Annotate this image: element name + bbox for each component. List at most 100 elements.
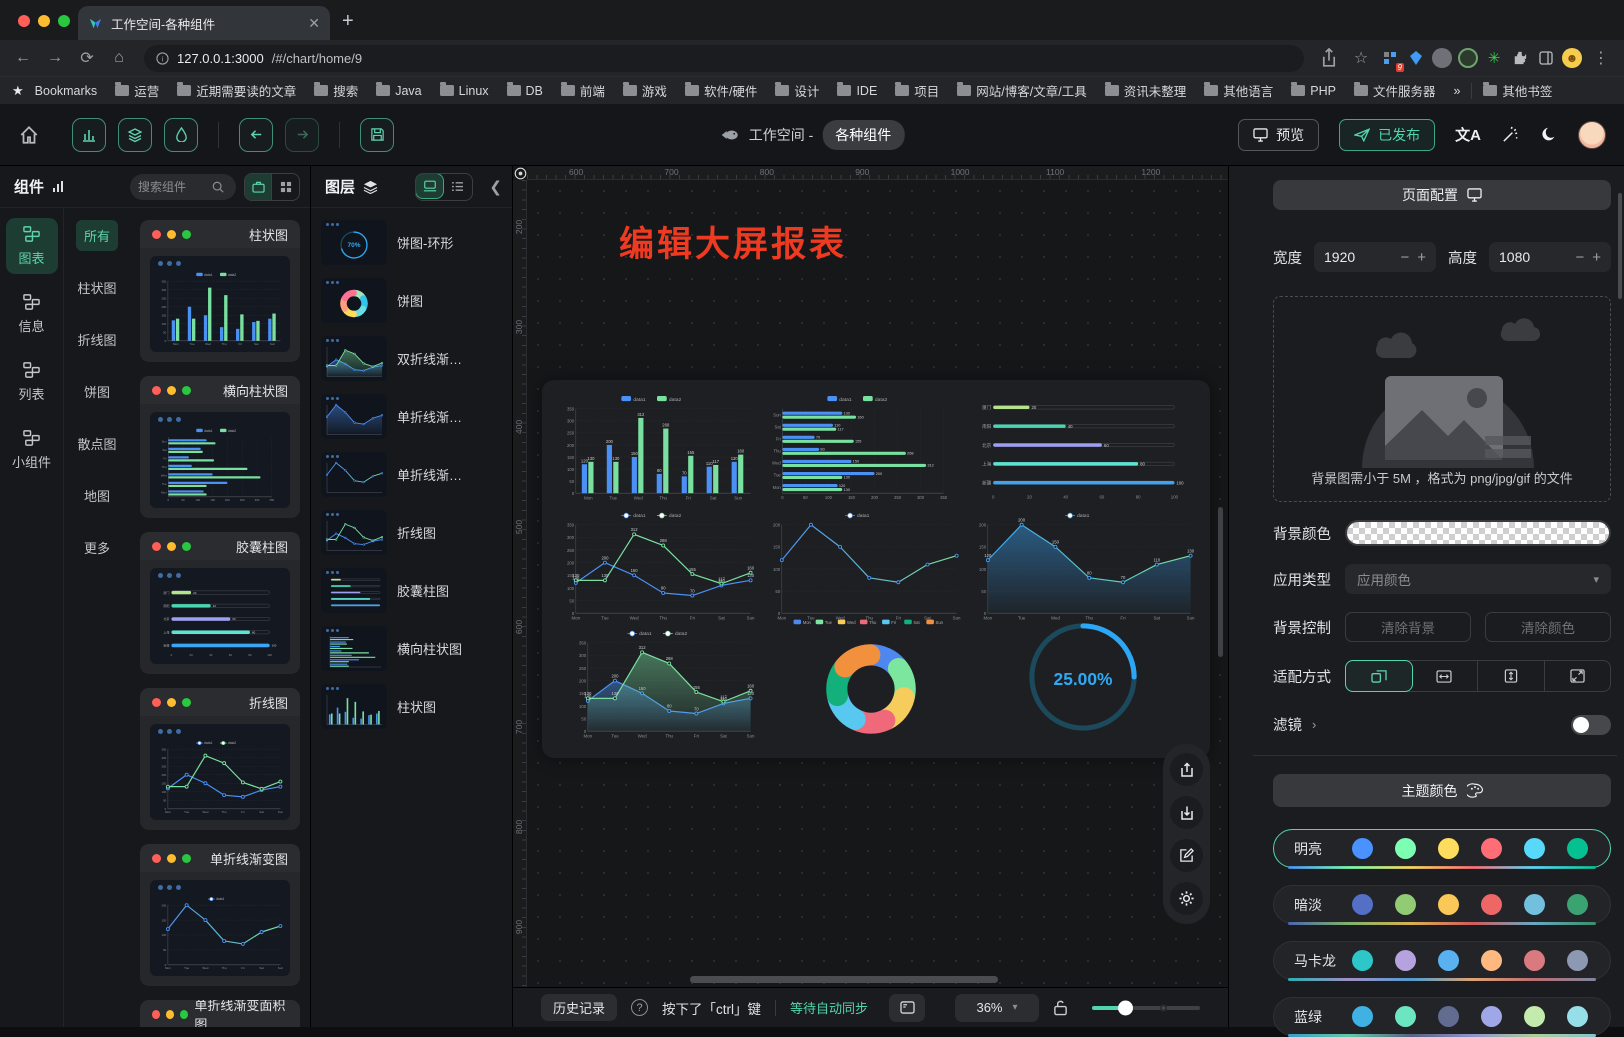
bookmark-folder[interactable]: 近期需要读的文章: [170, 79, 303, 102]
bookmark-folder[interactable]: 游戏: [616, 79, 674, 102]
category-item[interactable]: 散点图: [69, 428, 124, 459]
chart-line[interactable]: 050100150200250300350MonTueWedThuFriSatS…: [558, 508, 756, 624]
history-button[interactable]: 历史记录: [541, 994, 617, 1021]
increment-icon[interactable]: +: [1592, 249, 1601, 266]
bookmark-folder[interactable]: 资讯未整理: [1098, 79, 1194, 102]
theme-row[interactable]: 蓝绿: [1273, 997, 1611, 1036]
extension-green-circle-icon[interactable]: [1458, 48, 1478, 68]
panel-scrollbar[interactable]: [1618, 193, 1622, 299]
bookmark-folder[interactable]: 文件服务器: [1347, 79, 1443, 102]
tab-close-icon[interactable]: ✕: [308, 15, 320, 32]
component-card[interactable]: 单折线渐变图 050100150200MonTueWedThuFriSatSun…: [140, 844, 300, 986]
zoom-select[interactable]: 36%▾: [955, 994, 1039, 1022]
chart-capsule[interactable]: 厦门20南阳40北京60上海80新疆100020406080100: [970, 392, 1196, 504]
chart-gradient-line[interactable]: 050100150200MonTueWedThuFriSatSundata1: [764, 508, 962, 624]
component-card[interactable]: 单折线渐变面积图 050100150200MonTueWedThuFriSatS…: [140, 1000, 300, 1027]
publish-button[interactable]: 已发布: [1339, 119, 1435, 151]
chart-double-area[interactable]: 050100150200250300350MonTueWedThuFriSatS…: [570, 626, 756, 742]
component-card[interactable]: 折线图 050100150200250300350MonTueWedThuFri…: [140, 688, 300, 830]
grid-view-button[interactable]: [272, 174, 299, 200]
workspace-name-pill[interactable]: 各种组件: [822, 120, 904, 150]
preview-button[interactable]: 预览: [1238, 119, 1319, 151]
export-icon[interactable]: [1170, 753, 1203, 786]
profile-avatar-icon[interactable]: ☻: [1562, 48, 1582, 68]
layer-item[interactable]: 柱状图: [321, 684, 502, 729]
undo-button[interactable]: [239, 118, 273, 152]
menu-kebab-icon[interactable]: ⋮: [1588, 45, 1614, 71]
sidebar-rail-item[interactable]: 信息: [6, 286, 58, 342]
chart-horizontal-bar[interactable]: 050100150200250300350Sun130160Sat110117F…: [764, 392, 962, 504]
bookmark-folder[interactable]: PHP: [1284, 79, 1343, 102]
chart-progress-ring[interactable]: 25.00%: [984, 606, 1182, 748]
zoom-slider[interactable]: [1092, 1006, 1200, 1010]
bookmark-folder[interactable]: 软件/硬件: [678, 79, 764, 102]
fit-width-button[interactable]: [1412, 661, 1479, 691]
sidebar-rail-item[interactable]: 列表: [6, 354, 58, 410]
layer-item[interactable]: 70% 饼图-环形: [321, 220, 502, 265]
chart-donut[interactable]: MonTueWedThuFriSatSun: [782, 618, 960, 746]
layer-item[interactable]: 饼图: [321, 278, 502, 323]
editor-canvas[interactable]: 6007008009001000110012001300 20030040050…: [513, 166, 1228, 1027]
category-item[interactable]: 折线图: [69, 324, 124, 355]
canvas-grid[interactable]: 编辑大屏报表 050100150200250300350MonTueWedThu…: [527, 180, 1228, 987]
background-upload-area[interactable]: 背景图需小于 5M ，格式为 png/jpg/gif 的文件: [1273, 296, 1611, 502]
bookmark-folder[interactable]: 前端: [554, 79, 612, 102]
bookmarks-overflow-chevron[interactable]: »: [1446, 82, 1467, 100]
save-button[interactable]: [360, 118, 394, 152]
clear-color-button[interactable]: 清除颜色: [1485, 612, 1611, 642]
category-item[interactable]: 饼图: [76, 376, 118, 407]
layer-item[interactable]: 折线图: [321, 510, 502, 555]
layers-thumbnail-view-button[interactable]: [415, 173, 444, 199]
fit-height-button[interactable]: [1478, 661, 1545, 691]
new-tab-button[interactable]: +: [342, 10, 354, 33]
app-type-select[interactable]: 应用颜色▾: [1345, 564, 1611, 594]
language-translate-icon[interactable]: 文A: [1455, 124, 1481, 145]
dashboard-title-text[interactable]: 编辑大屏报表: [619, 216, 847, 267]
extensions-puzzle-icon[interactable]: [1510, 48, 1530, 68]
bookmark-folder[interactable]: 搜索: [307, 79, 365, 102]
bookmark-folder[interactable]: Java: [369, 79, 428, 102]
chart-bar[interactable]: 050100150200250300350MonTueWedThuFriSatS…: [558, 392, 756, 504]
settings-gear-icon[interactable]: [1170, 882, 1203, 915]
layer-item[interactable]: 单折线渐…: [321, 394, 502, 439]
decrement-icon[interactable]: −: [1400, 249, 1409, 266]
home-icon[interactable]: [18, 124, 40, 146]
extension-blue-icon[interactable]: [1406, 48, 1426, 68]
bookmarks-label[interactable]: Bookmarks: [28, 82, 105, 100]
extension-green-star-icon[interactable]: ✳: [1484, 48, 1504, 68]
component-card[interactable]: 柱状图 050100150200250300350MonTueWedThuFri…: [140, 220, 300, 362]
chart-panel-button[interactable]: [72, 118, 106, 152]
increment-icon[interactable]: +: [1417, 249, 1426, 266]
category-item[interactable]: 地图: [76, 480, 118, 511]
layer-item[interactable]: 双折线渐…: [321, 336, 502, 381]
theme-row[interactable]: 马卡龙: [1273, 941, 1611, 980]
other-bookmarks[interactable]: 其他书签: [1476, 79, 1559, 102]
url-bar[interactable]: i 127.0.0.1:3000/#/chart/home/9: [144, 45, 1304, 72]
sidebar-rail-item[interactable]: 小组件: [6, 422, 58, 478]
fit-scale-button[interactable]: [1345, 660, 1413, 692]
component-card[interactable]: 横向柱状图 050100150200250300350SunSatFriThuW…: [140, 376, 300, 518]
layer-item[interactable]: 胶囊柱图: [321, 568, 502, 613]
chevron-right-icon[interactable]: ›: [1312, 717, 1316, 732]
page-config-header[interactable]: 页面配置: [1273, 180, 1611, 210]
theme-row[interactable]: 暗淡: [1273, 885, 1611, 924]
filter-toggle[interactable]: [1571, 715, 1611, 735]
category-item[interactable]: 更多: [76, 532, 118, 563]
minimize-window-button[interactable]: [38, 15, 50, 27]
fullscreen-window-button[interactable]: [58, 15, 70, 27]
back-icon[interactable]: ←: [10, 45, 36, 71]
clear-background-button[interactable]: 清除背景: [1345, 612, 1471, 642]
toolbox-view-button[interactable]: [245, 174, 272, 200]
component-card[interactable]: 胶囊柱图 厦门20南阳40北京60上海80新疆100020406080100: [140, 532, 300, 674]
bookmark-folder[interactable]: DB: [500, 79, 550, 102]
forward-icon[interactable]: →: [42, 45, 68, 71]
import-icon[interactable]: [1170, 796, 1203, 829]
collapse-panel-chevron[interactable]: ❮: [489, 178, 502, 196]
layout-panel-button[interactable]: [889, 994, 925, 1022]
close-window-button[interactable]: [18, 15, 30, 27]
layers-list-view-button[interactable]: [443, 174, 472, 200]
site-info-icon[interactable]: i: [156, 52, 169, 65]
layer-item[interactable]: 横向柱状图: [321, 626, 502, 671]
theme-droplet-button[interactable]: [164, 118, 198, 152]
bookmark-star-icon[interactable]: ☆: [1348, 45, 1374, 71]
